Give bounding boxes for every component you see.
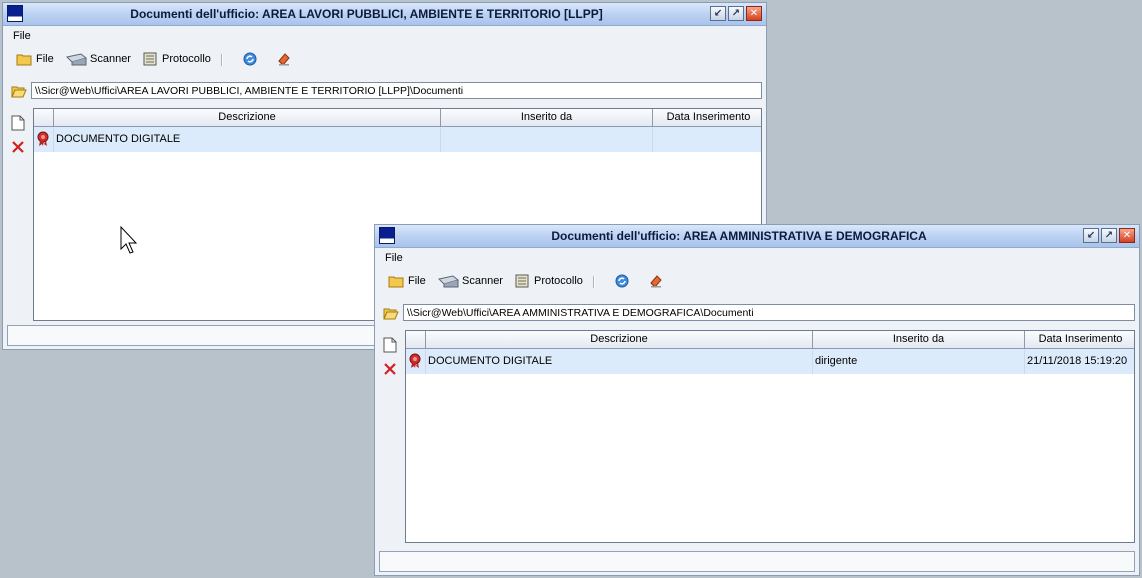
close-button[interactable]: ✕ — [1119, 228, 1135, 243]
protocollo-button-label: Protocollo — [534, 275, 583, 287]
scanner-icon — [437, 273, 459, 289]
path-field[interactable]: \\Sicr@Web\Uffici\AREA AMMINISTRATIVA E … — [403, 304, 1135, 321]
eraser-icon — [647, 273, 665, 289]
eraser-icon — [275, 51, 293, 67]
header-icon-col — [406, 331, 426, 348]
file-button[interactable]: File — [387, 273, 426, 289]
file-button-label: File — [408, 275, 426, 287]
table-row[interactable]: DOCUMENTO DIGITALE — [34, 127, 761, 152]
minimize-button[interactable]: ↙ — [1083, 228, 1099, 243]
eraser-button[interactable] — [275, 51, 293, 67]
protocollo-button[interactable]: Protocollo — [141, 51, 211, 67]
cell-inserito-da: dirigente — [813, 349, 1025, 374]
seal-icon — [406, 349, 426, 374]
new-document-icon[interactable] — [381, 335, 399, 355]
toolbar-separator — [593, 276, 595, 288]
toolbar: File Scanner Protocollo — [375, 270, 1139, 294]
menu-file[interactable]: File — [13, 30, 31, 42]
eraser-button[interactable] — [647, 273, 665, 289]
window-title: Documenti dell'ufficio: AREA AMMINISTRAT… — [551, 229, 927, 243]
toolbar-separator — [221, 54, 223, 66]
path-field[interactable]: \\Sicr@Web\Uffici\AREA LAVORI PUBBLICI, … — [31, 82, 762, 99]
header-inserito-da[interactable]: Inserito da — [813, 331, 1025, 348]
folder-icon — [387, 273, 405, 289]
header-descrizione[interactable]: Descrizione — [426, 331, 813, 348]
cell-descrizione: DOCUMENTO DIGITALE — [426, 349, 813, 374]
title-bar[interactable]: Documenti dell'ufficio: AREA AMMINISTRAT… — [375, 225, 1139, 248]
refresh-icon — [613, 273, 631, 289]
documents-table[interactable]: Descrizione Inserito da Data Inserimento… — [405, 330, 1135, 543]
protocollo-button-label: Protocollo — [162, 53, 211, 65]
menu-bar: File — [3, 26, 766, 46]
header-inserito-da[interactable]: Inserito da — [441, 109, 653, 126]
menu-bar: File — [375, 248, 1139, 268]
protocollo-button[interactable]: Protocollo — [513, 273, 583, 289]
scanner-icon — [65, 51, 87, 67]
delete-icon[interactable] — [381, 359, 399, 379]
folder-icon — [15, 51, 33, 67]
delete-icon[interactable] — [9, 137, 27, 157]
status-bar — [379, 551, 1135, 572]
maximize-button[interactable]: ↗ — [1101, 228, 1117, 243]
header-data-inserimento[interactable]: Data Inserimento — [1025, 331, 1134, 348]
header-icon-col — [34, 109, 54, 126]
file-button[interactable]: File — [15, 51, 54, 67]
cell-data-inserimento — [653, 127, 761, 152]
file-button-label: File — [36, 53, 54, 65]
seal-icon — [34, 127, 54, 152]
minimize-button[interactable]: ↙ — [710, 6, 726, 21]
app-logo-icon — [7, 5, 23, 22]
mouse-cursor-icon — [120, 225, 140, 259]
path-row: \\Sicr@Web\Uffici\AREA AMMINISTRATIVA E … — [375, 303, 1139, 325]
scanner-button-label: Scanner — [462, 275, 503, 287]
header-data-inserimento[interactable]: Data Inserimento — [653, 109, 761, 126]
refresh-button[interactable] — [241, 51, 259, 67]
documents-window-amministrativa[interactable]: Documenti dell'ufficio: AREA AMMINISTRAT… — [374, 224, 1140, 576]
scanner-button-label: Scanner — [90, 53, 131, 65]
table-row[interactable]: DOCUMENTO DIGITALE dirigente 21/11/2018 … — [406, 349, 1134, 374]
refresh-icon — [241, 51, 259, 67]
register-book-icon — [513, 273, 531, 289]
side-tools — [381, 335, 401, 383]
toolbar: File Scanner Protocollo — [3, 48, 766, 72]
title-bar[interactable]: Documenti dell'ufficio: AREA LAVORI PUBB… — [3, 3, 766, 26]
header-descrizione[interactable]: Descrizione — [54, 109, 441, 126]
cell-data-inserimento: 21/11/2018 15:19:20 — [1027, 355, 1128, 367]
scanner-button[interactable]: Scanner — [437, 273, 503, 289]
table-header: Descrizione Inserito da Data Inserimento — [406, 331, 1134, 349]
open-folder-icon — [11, 84, 27, 100]
open-folder-icon — [383, 306, 399, 322]
side-tools — [9, 113, 29, 161]
register-book-icon — [141, 51, 159, 67]
menu-file[interactable]: File — [385, 252, 403, 264]
cell-inserito-da — [441, 127, 653, 152]
close-button[interactable]: ✕ — [746, 6, 762, 21]
new-document-icon[interactable] — [9, 113, 27, 133]
refresh-button[interactable] — [613, 273, 631, 289]
table-header: Descrizione Inserito da Data Inserimento — [34, 109, 761, 127]
cell-descrizione: DOCUMENTO DIGITALE — [54, 127, 441, 152]
app-logo-icon — [379, 227, 395, 244]
path-row: \\Sicr@Web\Uffici\AREA LAVORI PUBBLICI, … — [3, 81, 766, 103]
scanner-button[interactable]: Scanner — [65, 51, 131, 67]
maximize-button[interactable]: ↗ — [728, 6, 744, 21]
window-title: Documenti dell'ufficio: AREA LAVORI PUBB… — [130, 7, 603, 21]
